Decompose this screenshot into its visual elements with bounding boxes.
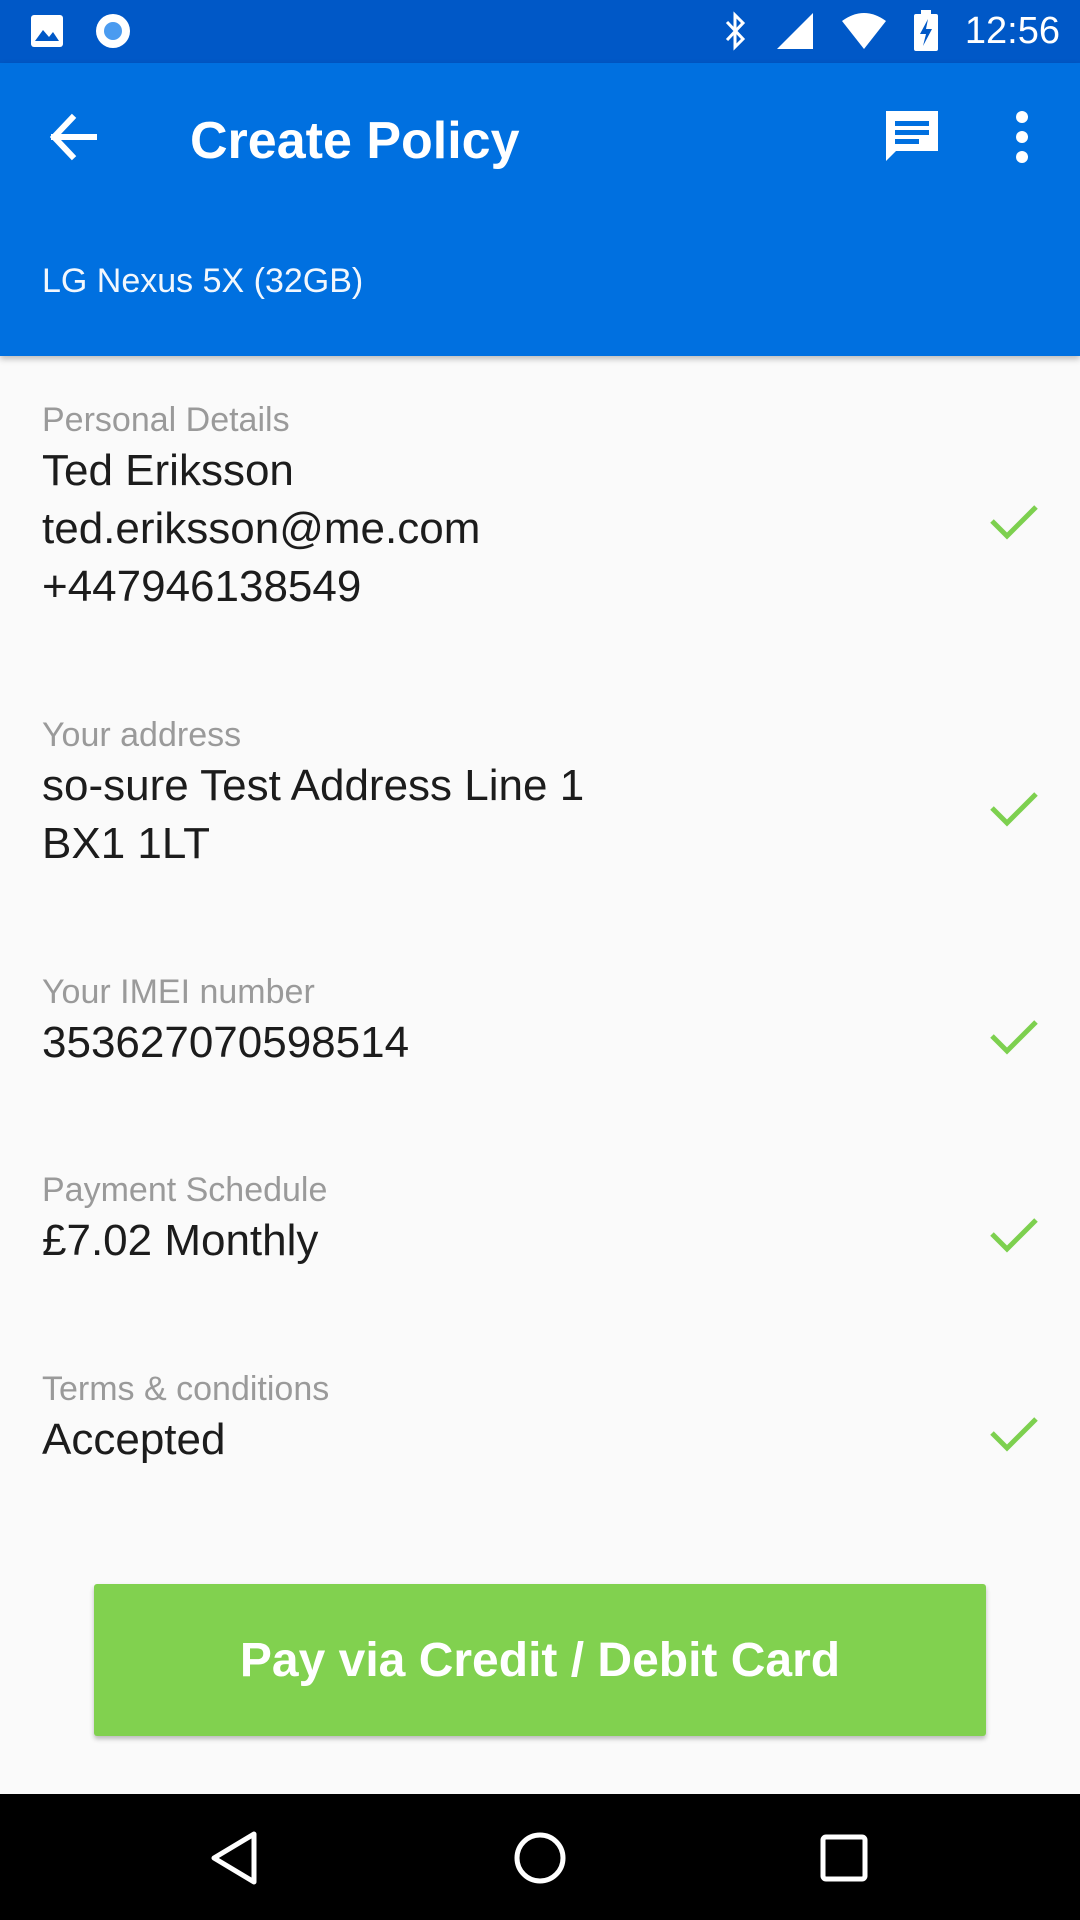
terms-section[interactable]: Terms & conditions Accepted: [42, 1367, 1042, 1469]
back-arrow-icon[interactable]: [44, 107, 104, 167]
section-label: Your address: [42, 716, 242, 754]
payment-schedule-section[interactable]: Payment Schedule £7.02 Monthly: [42, 1168, 1042, 1270]
section-label: Your IMEI number: [42, 973, 315, 1011]
check-icon: [990, 1020, 1038, 1055]
bluetooth-icon: [725, 11, 745, 51]
section-label: Personal Details: [42, 401, 290, 439]
device-subtitle: LG Nexus 5X (32GB): [42, 262, 364, 300]
pay-card-button[interactable]: Pay via Credit / Debit Card: [94, 1584, 986, 1736]
app-bar: Create Policy LG Nexus 5X (32GB): [0, 63, 1080, 356]
more-options-icon[interactable]: [1000, 105, 1044, 169]
check-icon: [990, 1417, 1038, 1452]
home-circle-icon[interactable]: [508, 1826, 572, 1890]
check-icon: [990, 1218, 1038, 1253]
battery-charging-icon: [913, 10, 938, 51]
section-label: Payment Schedule: [42, 1171, 328, 1209]
cellular-signal-icon: [776, 13, 813, 49]
phone-value: +447946138549: [42, 562, 362, 611]
payment-schedule-value: £7.02 Monthly: [42, 1216, 319, 1265]
section-label: Terms & conditions: [42, 1370, 330, 1408]
email-value: ted.eriksson@me.com: [42, 504, 481, 553]
check-icon: [990, 792, 1038, 827]
record-notification-icon: [96, 14, 130, 48]
address-line-value: so-sure Test Address Line 1: [42, 761, 585, 810]
address-section[interactable]: Your address so-sure Test Address Line 1…: [42, 713, 1042, 873]
status-clock: 12:56: [964, 10, 1060, 52]
wifi-icon: [841, 13, 886, 49]
back-triangle-icon[interactable]: [204, 1826, 268, 1890]
terms-value: Accepted: [42, 1415, 226, 1464]
imei-value: 353627070598514: [42, 1018, 410, 1067]
page-title: Create Policy: [190, 112, 520, 170]
postcode-value: BX1 1LT: [42, 819, 210, 868]
recents-square-icon[interactable]: [812, 1826, 876, 1890]
chat-icon[interactable]: [880, 105, 944, 169]
full-name-value: Ted Eriksson: [42, 446, 294, 495]
imei-section[interactable]: Your IMEI number 353627070598514: [42, 970, 1042, 1072]
navigation-bar: [0, 1794, 1080, 1920]
image-notification-icon: [31, 15, 63, 47]
check-icon: [990, 505, 1038, 540]
status-bar: 12:56: [0, 0, 1080, 63]
personal-details-section[interactable]: Personal Details Ted Eriksson ted.erikss…: [42, 398, 1042, 616]
